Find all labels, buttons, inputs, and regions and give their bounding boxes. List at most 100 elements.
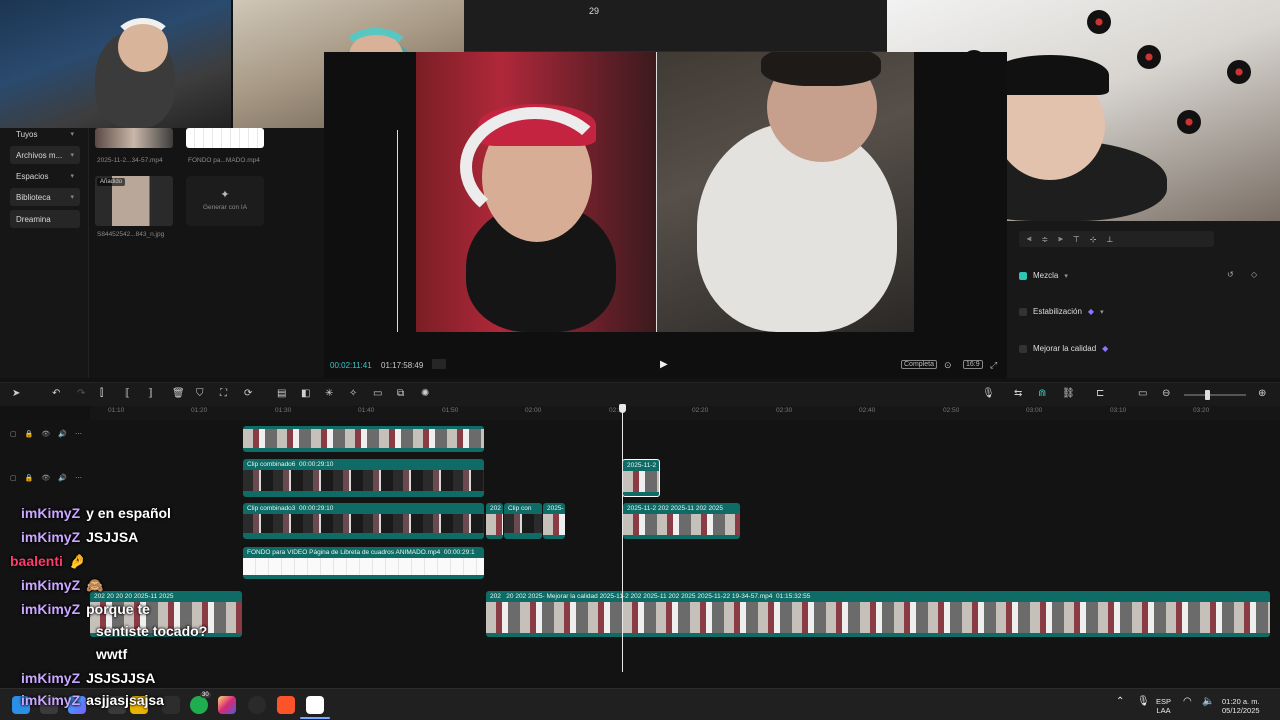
volume-icon[interactable]: 🔈 <box>1202 697 1214 707</box>
stabilization-row[interactable]: Estabilización ◆ ▾ <box>1019 307 1104 316</box>
store-icon[interactable] <box>162 696 180 714</box>
align-center-icon[interactable]: ≑ <box>1042 235 1049 244</box>
lock-icon[interactable]: 🔒 <box>25 430 34 438</box>
keyframe-icon[interactable]: ◇ <box>1251 270 1257 279</box>
timeline-clip[interactable]: Clip con <box>504 503 542 539</box>
eye-icon[interactable]: 👁 <box>41 474 50 482</box>
generate-ai-card[interactable]: ✦ Generar con IA <box>186 176 264 226</box>
preview-axis-icon[interactable]: ⊏ <box>1096 388 1104 399</box>
screenshot-icon[interactable]: ⊙ <box>944 360 952 371</box>
clock[interactable]: 01:20 a. m. 05/12/2025 <box>1222 697 1260 715</box>
sparkle-icon: ✦ <box>220 189 230 201</box>
chevron-up-icon[interactable]: ⌃ <box>1116 697 1124 707</box>
nav-item-tuyos[interactable]: Tuyos ▾ <box>10 125 80 143</box>
nav-item-biblioteca[interactable]: Biblioteca ▾ <box>10 188 80 206</box>
zoom-out-icon[interactable]: ⊖ <box>1162 388 1170 399</box>
mirror-icon[interactable]: ◧ <box>301 388 310 399</box>
timeline-clip[interactable] <box>243 426 484 452</box>
ai-edit-icon[interactable]: ▤ <box>277 388 286 399</box>
enhance-row[interactable]: Mejorar la calidad ◆ <box>1019 344 1108 353</box>
export-frame-icon[interactable]: ⧉ <box>397 388 404 399</box>
split-icon[interactable]: ⫿ <box>100 388 103 399</box>
fullscreen-icon[interactable]: ⤢ <box>990 360 997 371</box>
fit-button[interactable]: Completa <box>901 360 937 369</box>
timeline-clip[interactable]: Clip combinado3 00:00:29:10 <box>243 503 484 539</box>
caption-icon[interactable]: ▭ <box>373 388 382 399</box>
volume-icon[interactable]: 🔊 <box>58 474 67 482</box>
eye-icon[interactable]: 👁 <box>41 430 50 438</box>
timeline-ruler[interactable]: 01:10 01:20 01:30 01:40 01:50 02:00 02:1… <box>90 406 1280 420</box>
timeline-clip[interactable]: Clip combinado6 00:00:29:10 <box>243 459 484 497</box>
play-icon[interactable]: ▶ <box>660 359 668 370</box>
taskbar: 30 imKimyZ asjjasjsajsa ⌃ 🎙 ESP LAA ◠ 🔈 01… <box>0 688 1280 720</box>
timeline-clip[interactable]: 2025- <box>543 503 565 539</box>
nav-item-archivos[interactable]: Archivos m... ▾ <box>10 146 80 164</box>
more-icon[interactable]: ⋯ <box>75 430 82 438</box>
align-top-icon[interactable]: ⊤ <box>1073 235 1080 244</box>
nav-item-dreamina[interactable]: Dreamina <box>10 210 80 228</box>
zoom-slider-handle[interactable] <box>1205 390 1210 400</box>
timecode-toggle[interactable] <box>432 359 446 369</box>
timeline-clip-selected[interactable]: 2025-11-2 <box>622 459 660 497</box>
zoom-slider-track[interactable] <box>1184 394 1246 396</box>
align-left-icon[interactable]: ⫷ <box>1027 234 1032 244</box>
stabilization-checkbox[interactable] <box>1019 307 1027 316</box>
chain-icon[interactable]: ⛓ <box>1062 388 1075 399</box>
redo-icon[interactable]: ↷ <box>77 388 85 399</box>
whatsapp-icon[interactable] <box>190 696 208 714</box>
split-left-icon[interactable]: ⟦ <box>125 388 130 399</box>
brave-browser-icon[interactable] <box>277 696 295 714</box>
track-toggle-icon[interactable]: ▢ <box>10 430 17 438</box>
align-bottom-icon[interactable]: ⊥ <box>1106 235 1113 244</box>
video-frame[interactable] <box>416 52 914 332</box>
clip-filmstrip <box>243 429 484 448</box>
crop-guide-left[interactable] <box>397 130 398 332</box>
crop-guide-center[interactable] <box>656 52 657 332</box>
link-icon[interactable]: ⇆ <box>1014 388 1022 399</box>
subtitle-icon[interactable]: ▭ <box>1138 388 1147 399</box>
blend-checkbox[interactable] <box>1019 271 1027 280</box>
magic-wand-icon[interactable]: ✧ <box>349 388 357 399</box>
adjust-icon[interactable]: ✳ <box>325 388 333 399</box>
language-indicator[interactable]: ESP LAA <box>1156 697 1171 715</box>
timeline-clip[interactable]: 2025-11-2 202 2025-11 202 2025 <box>623 503 740 539</box>
more-icon[interactable]: ⋯ <box>75 474 82 482</box>
crop-icon[interactable]: ⛶ <box>220 388 227 399</box>
zoom-in-icon[interactable]: ⊕ <box>1258 388 1266 399</box>
align-middle-icon[interactable]: ⊹ <box>1090 235 1097 244</box>
microphone-icon[interactable]: 🎙 <box>1137 697 1150 707</box>
select-tool-icon[interactable]: ➤ <box>12 388 20 399</box>
nav-item-espacios[interactable]: Espacios ▾ <box>10 167 80 185</box>
media-thumbnail[interactable] <box>186 128 264 148</box>
aspect-ratio-button[interactable]: 16:9 <box>963 360 983 369</box>
capcut-icon[interactable] <box>306 696 324 714</box>
split-right-icon[interactable]: ⟧ <box>148 388 153 399</box>
timeline-clip[interactable]: FONDO para VIDEO Página de Libreta de cu… <box>243 547 484 579</box>
microphone-icon[interactable]: 🎙 <box>982 388 995 399</box>
timeline-clip[interactable]: 202 <box>486 503 503 539</box>
enhance-checkbox[interactable] <box>1019 344 1027 353</box>
clip-filmstrip <box>243 558 484 575</box>
align-right-icon[interactable]: ⫸ <box>1058 234 1063 244</box>
undo-icon[interactable]: ↶ <box>52 388 60 399</box>
playhead[interactable] <box>622 404 623 672</box>
track-toggle-icon[interactable]: ▢ <box>10 474 17 482</box>
shield-icon[interactable]: ⛉ <box>196 388 204 399</box>
instagram-icon[interactable] <box>218 696 236 714</box>
reset-icon[interactable]: ↺ <box>1227 270 1234 279</box>
media-thumbnail[interactable] <box>95 128 173 148</box>
timeline-clip-main[interactable]: 202 20 202 2025- Mejorar la calidad 2025… <box>486 591 1270 637</box>
effects-icon[interactable]: ✺ <box>421 388 429 399</box>
ruler-tick: 01:40 <box>358 407 375 414</box>
blend-row[interactable]: Mezcla ▾ <box>1019 271 1068 280</box>
wifi-icon[interactable]: ◠ <box>1183 697 1192 707</box>
lock-icon[interactable]: 🔒 <box>25 474 34 482</box>
delete-icon[interactable]: 🗑 <box>172 388 185 399</box>
obs-icon[interactable] <box>248 696 266 714</box>
clip-filmstrip <box>543 514 565 535</box>
volume-icon[interactable]: 🔊 <box>58 430 67 438</box>
magnet-icon[interactable]: ⋒ <box>1038 388 1046 399</box>
ruler-tick: 01:20 <box>191 407 208 414</box>
media-panel <box>88 128 324 378</box>
speed-icon[interactable]: ⟳ <box>244 388 252 399</box>
